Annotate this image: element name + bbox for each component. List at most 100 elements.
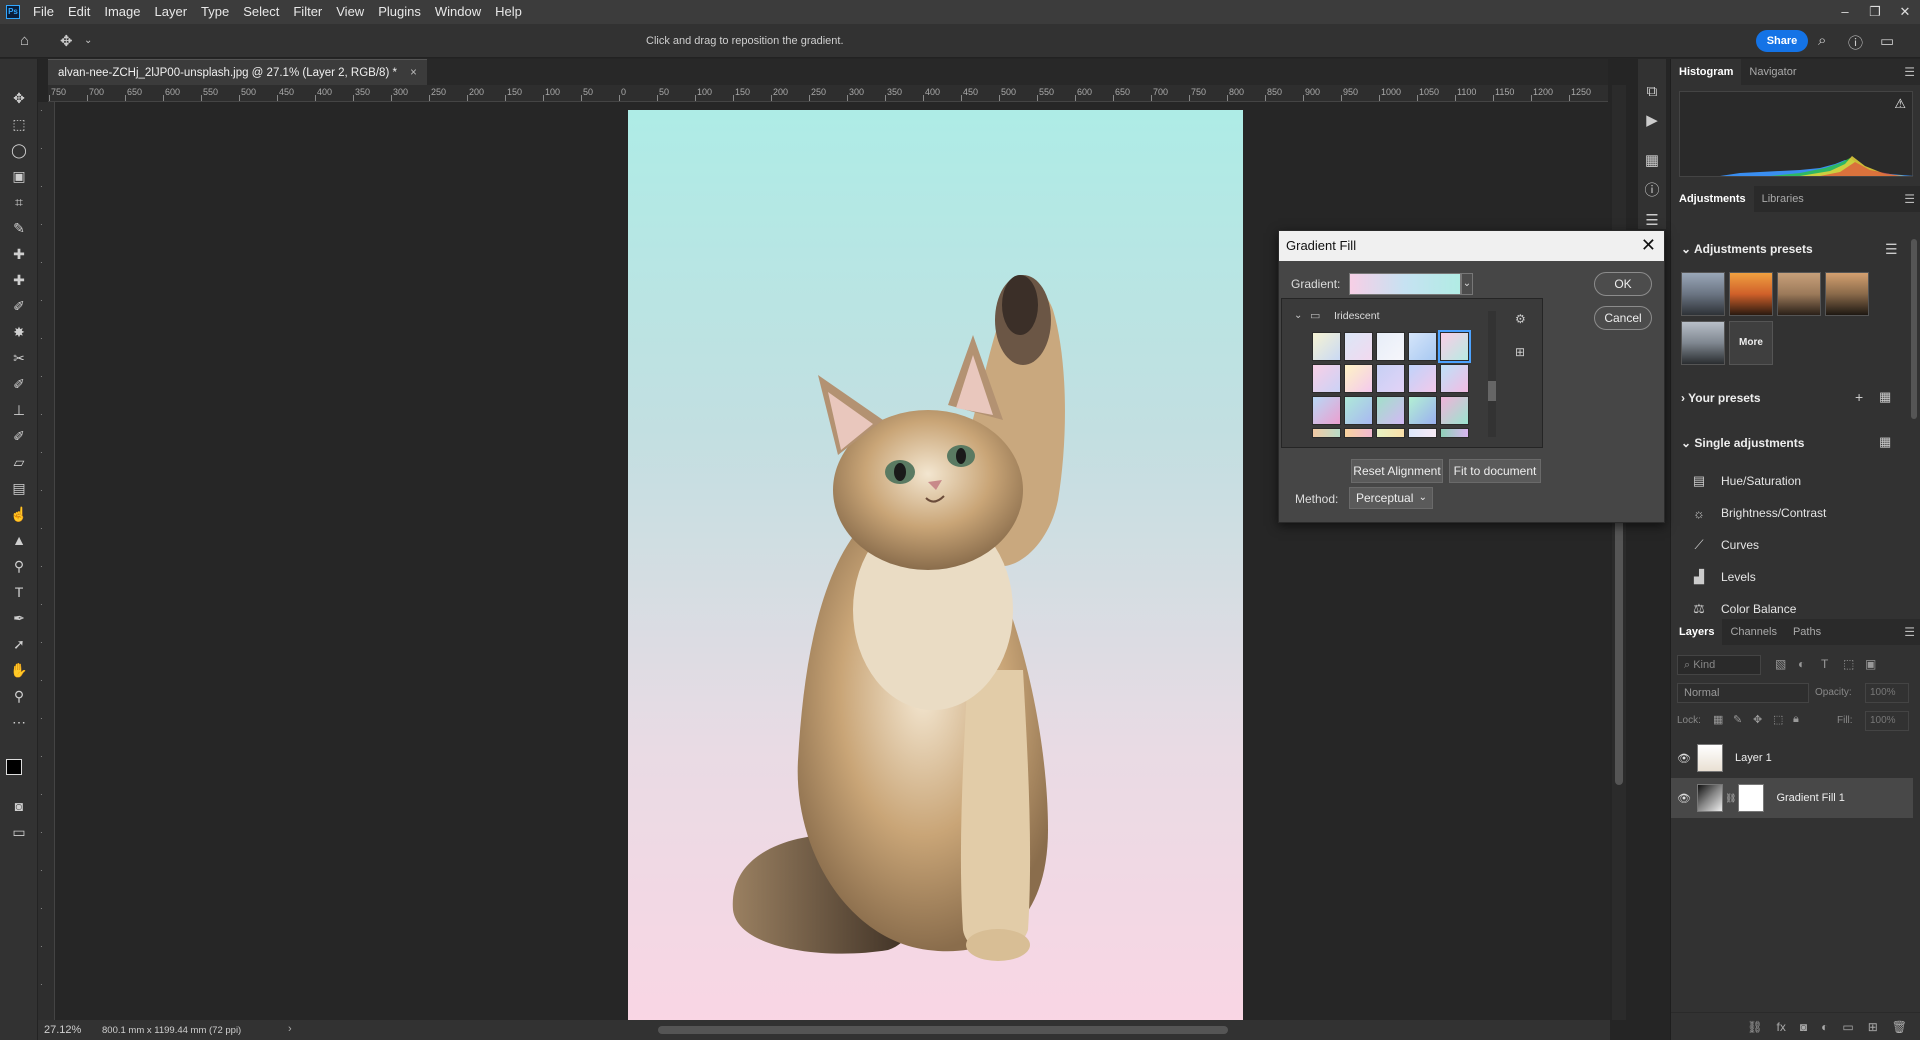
panel-menu-icon[interactable]: ☰ <box>1904 625 1915 639</box>
filter-pixel-icon[interactable]: ▧ <box>1775 657 1786 671</box>
menu-file[interactable]: File <box>26 0 61 24</box>
menu-image[interactable]: Image <box>97 0 147 24</box>
fill-input[interactable]: 100% <box>1865 711 1909 731</box>
layer-kind-filter[interactable]: ⌕ Kind <box>1677 655 1761 675</box>
scroll-thumb[interactable] <box>1488 381 1496 401</box>
history-icon[interactable]: ⧉ <box>1641 83 1663 105</box>
chevron-down-icon[interactable]: ⌄ <box>84 35 92 46</box>
move-tool-icon[interactable]: ✥ <box>8 87 30 109</box>
workspace-icon[interactable]: ▭ <box>1880 32 1894 50</box>
dodge-tool-icon[interactable]: ⚲ <box>8 555 30 577</box>
filter-shape-icon[interactable]: ⬚ <box>1843 657 1854 671</box>
method-select[interactable]: Perceptual ⌄ <box>1349 487 1433 509</box>
chevron-down-icon[interactable]: ⌄ <box>1294 310 1302 321</box>
layer-name[interactable]: Layer 1 <box>1735 752 1772 764</box>
preset-thumbnail[interactable] <box>1825 272 1869 316</box>
panel-menu-icon[interactable]: ☰ <box>1904 192 1915 206</box>
gradient-swatch[interactable] <box>1376 396 1405 425</box>
gradient-preview-swatch[interactable] <box>1349 273 1461 295</box>
menu-select[interactable]: Select <box>236 0 286 24</box>
visibility-eye-icon[interactable]: 👁︎ <box>1671 792 1697 805</box>
actions-play-icon[interactable]: ▶ <box>1641 111 1663 133</box>
gradient-swatch[interactable] <box>1408 364 1437 393</box>
spot-healing-tool-icon[interactable]: ✚ <box>8 243 30 265</box>
lock-all-icon[interactable]: 🔒︎ <box>1793 713 1799 726</box>
tab-adjustments[interactable]: Adjustments <box>1671 186 1754 212</box>
gradient-swatch[interactable] <box>1408 396 1437 425</box>
menu-window[interactable]: Window <box>428 0 488 24</box>
tab-layers[interactable]: Layers <box>1671 619 1723 645</box>
gradient-swatch[interactable] <box>1440 396 1469 425</box>
gradient-swatch[interactable] <box>1440 428 1469 438</box>
menu-plugins[interactable]: Plugins <box>371 0 428 24</box>
info-icon[interactable]: ⓘ <box>1641 179 1663 201</box>
crop-tool-icon[interactable]: ⌗ <box>8 191 30 213</box>
grid-view-icon[interactable]: ▦ <box>1879 434 1891 450</box>
gradient-swatch[interactable] <box>1312 332 1341 361</box>
document-canvas[interactable] <box>628 110 1243 1020</box>
brush-tool-icon[interactable]: ✐ <box>8 295 30 317</box>
canvas-horizontal-scrollbar[interactable] <box>658 1026 1228 1034</box>
layer-row-layer-1[interactable]: 👁︎ Layer 1 <box>1671 738 1913 778</box>
gradient-swatch[interactable] <box>1344 396 1373 425</box>
opacity-input[interactable]: 100% <box>1865 683 1909 703</box>
filter-smart-icon[interactable]: ▣ <box>1865 657 1876 671</box>
layer-name[interactable]: Gradient Fill 1 <box>1776 792 1844 804</box>
single-adjustments-header[interactable]: ⌄ Single adjustments <box>1681 436 1804 450</box>
blend-mode-select[interactable]: Normal <box>1677 683 1809 703</box>
share-button[interactable]: Share <box>1756 30 1808 52</box>
properties-icon[interactable]: ▦ <box>1641 151 1663 173</box>
more-tools-icon[interactable]: ⋯ <box>8 711 30 733</box>
gradient-swatch[interactable] <box>1376 332 1405 361</box>
gradient-swatch[interactable] <box>1408 332 1437 361</box>
gradient-swatch[interactable] <box>1376 428 1405 438</box>
gradient-folder-name[interactable]: Iridescent <box>1334 310 1380 322</box>
screen-mode-icon[interactable]: ▭ <box>8 821 30 843</box>
path-select-tool-icon[interactable]: ➚ <box>8 633 30 655</box>
stamp-tool-icon[interactable]: ⊥ <box>8 399 30 421</box>
grid-view-icon[interactable]: ▦ <box>1879 389 1891 405</box>
help-icon[interactable]: ⓘ <box>1848 32 1863 53</box>
menu-type[interactable]: Type <box>194 0 236 24</box>
list-view-icon[interactable]: ☰ <box>1885 241 1898 258</box>
tab-paths[interactable]: Paths <box>1785 619 1829 645</box>
tab-navigator[interactable]: Navigator <box>1741 59 1804 85</box>
preset-thumbnail[interactable] <box>1729 272 1773 316</box>
trash-icon[interactable]: 🗑︎ <box>1892 1020 1907 1034</box>
reset-alignment-button[interactable]: Reset Alignment <box>1351 459 1443 483</box>
more-presets-button[interactable]: More <box>1729 321 1773 365</box>
gradient-swatch[interactable] <box>1408 428 1437 438</box>
gradient-swatch[interactable] <box>1312 364 1341 393</box>
search-icon[interactable]: ⌕ <box>1818 32 1826 49</box>
warning-icon[interactable]: ⚠ <box>1894 96 1906 112</box>
gradient-settings-icon[interactable]: ⚙ <box>1515 312 1526 326</box>
adjustment-levels[interactable]: ▟ Levels <box>1689 564 1756 590</box>
filter-adjustment-icon[interactable]: ◐ <box>1798 657 1805 671</box>
add-icon[interactable]: + <box>1855 389 1863 405</box>
marquee-tool-icon[interactable]: ⬚ <box>8 113 30 135</box>
document-tab[interactable]: alvan-nee-ZCHj_2lJP00-unsplash.jpg @ 27.… <box>48 59 427 85</box>
gradient-swatch[interactable] <box>1440 364 1469 393</box>
preset-thumbnail[interactable] <box>1681 272 1725 316</box>
fit-to-document-button[interactable]: Fit to document <box>1449 459 1541 483</box>
menu-layer[interactable]: Layer <box>148 0 195 24</box>
link-layers-icon[interactable]: ⛓ <box>1747 1020 1762 1034</box>
zoom-level[interactable]: 27.12% <box>44 1024 81 1036</box>
new-adjustment-icon[interactable]: ◐ <box>1821 1020 1828 1034</box>
adjustment-hue-saturation[interactable]: ▤ Hue/Saturation <box>1689 468 1801 494</box>
tab-histogram[interactable]: Histogram <box>1671 59 1742 85</box>
foreground-color-swatch[interactable] <box>6 759 22 775</box>
fx-icon[interactable]: fx <box>1777 1020 1786 1034</box>
add-mask-icon[interactable]: ◙ <box>1800 1020 1807 1034</box>
tab-channels[interactable]: Channels <box>1722 619 1784 645</box>
new-gradient-icon[interactable]: ⊞ <box>1515 345 1525 359</box>
preset-thumbnail[interactable] <box>1777 272 1821 316</box>
tab-libraries[interactable]: Libraries <box>1754 186 1812 212</box>
gradient-swatch-selected[interactable] <box>1438 330 1471 363</box>
adjustment-brightness-contrast[interactable]: ☼ Brightness/Contrast <box>1689 500 1826 526</box>
lasso-tool-icon[interactable]: ◯ <box>8 139 30 161</box>
new-layer-icon[interactable]: ⊞ <box>1868 1020 1878 1034</box>
gradient-list-scrollbar[interactable] <box>1488 311 1496 437</box>
gradient-tool-icon[interactable]: ▤ <box>8 477 30 499</box>
history-brush-tool-icon[interactable]: ✐ <box>8 425 30 447</box>
